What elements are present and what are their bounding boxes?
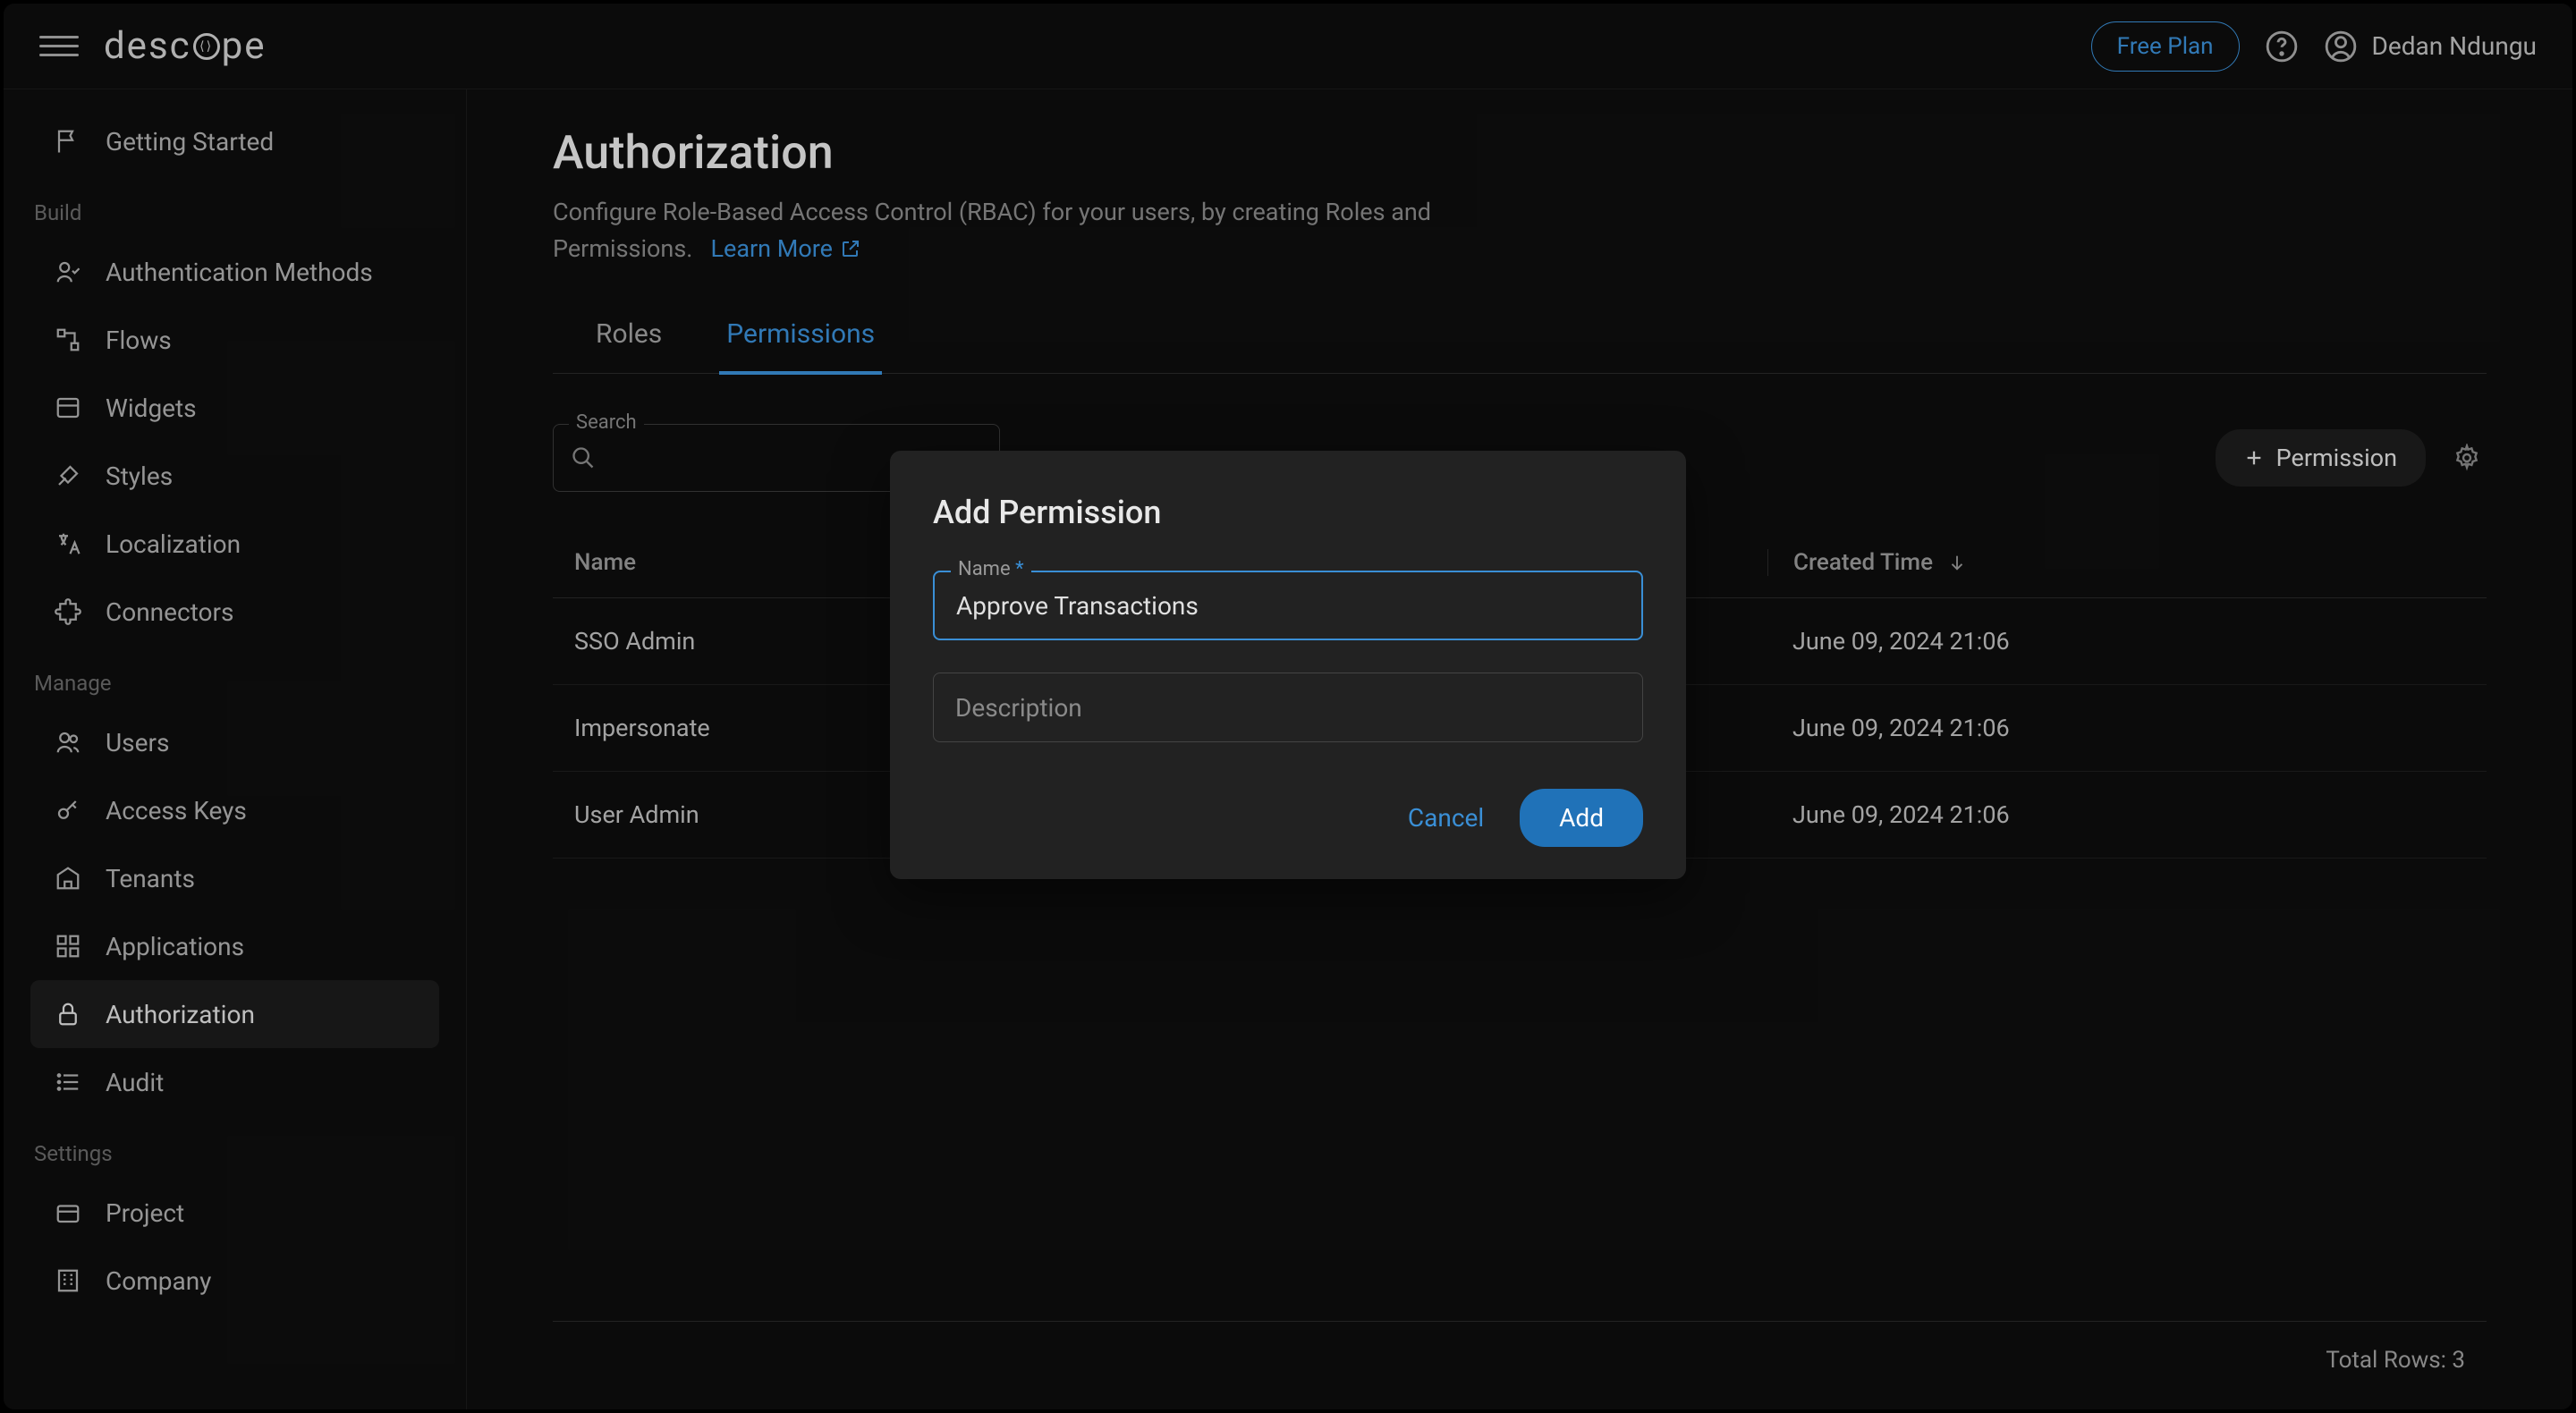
add-button[interactable]: Add — [1520, 789, 1643, 847]
modal-title: Add Permission — [933, 494, 1643, 531]
name-input[interactable] — [933, 571, 1643, 640]
modal-backdrop[interactable]: Add Permission Name * Cancel Add — [4, 4, 2572, 1409]
cancel-button[interactable]: Cancel — [1408, 803, 1484, 833]
name-field-label: Name * — [951, 558, 1031, 580]
description-input[interactable] — [933, 673, 1643, 742]
add-permission-modal: Add Permission Name * Cancel Add — [890, 451, 1686, 879]
